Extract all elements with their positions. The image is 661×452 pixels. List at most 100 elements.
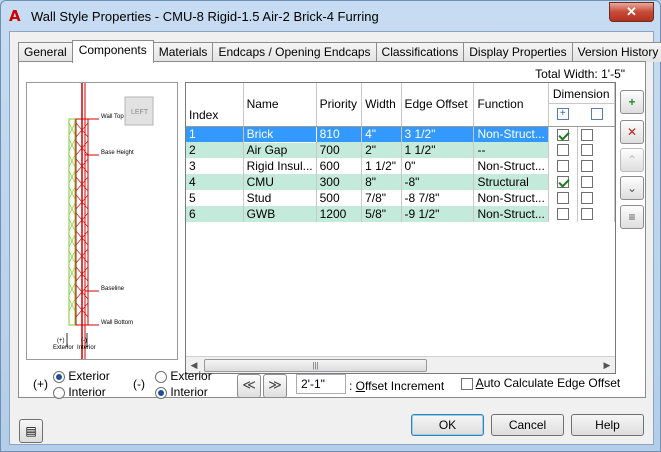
- components-grid[interactable]: Index Name Priority Width Edge Offset Fu…: [185, 82, 616, 374]
- ok-button[interactable]: OK: [411, 414, 484, 436]
- dimension-edge-checkbox[interactable]: [581, 176, 594, 189]
- tab-display-properties[interactable]: Display Properties: [463, 42, 573, 62]
- cell-function[interactable]: Structural: [473, 174, 549, 190]
- minus-interior-option[interactable]: Interior: [155, 385, 208, 399]
- cancel-button[interactable]: Cancel: [491, 414, 564, 436]
- cell-function[interactable]: --: [473, 142, 549, 158]
- cell-priority[interactable]: 1200: [316, 206, 363, 222]
- column-header-priority[interactable]: Priority: [316, 83, 363, 127]
- dimension-edge-checkbox[interactable]: [581, 192, 594, 205]
- column-header-name[interactable]: Name: [243, 83, 317, 127]
- cell-edge-offset[interactable]: -8 7/8": [401, 190, 475, 206]
- cell-priority[interactable]: 600: [316, 158, 363, 174]
- dimension-checkbox[interactable]: [556, 160, 569, 173]
- cell-name[interactable]: Stud: [243, 190, 317, 206]
- cell-index[interactable]: 6: [186, 206, 244, 222]
- cell-priority[interactable]: 300: [316, 174, 363, 190]
- cell-edge-offset[interactable]: 0": [401, 158, 475, 174]
- minus-interior-radio[interactable]: [155, 386, 167, 399]
- table-row[interactable]: 6 GWB 1200 5/8" -9 1/2" Non-Struct...: [186, 206, 615, 222]
- dimension-edge-checkbox[interactable]: [581, 208, 594, 221]
- cell-priority[interactable]: 700: [316, 142, 363, 158]
- table-row[interactable]: 2 Air Gap 700 2" 1 1/2" --: [186, 142, 615, 158]
- table-row[interactable]: 5 Stud 500 7/8" -8 7/8" Non-Struct...: [186, 190, 615, 206]
- offset-increment-input[interactable]: 2'-1": [296, 374, 346, 394]
- title-bar[interactable]: A Wall Style Properties - CMU-8 Rigid-1.…: [1, 1, 660, 31]
- horizontal-scrollbar[interactable]: ◀ ||| ▶: [186, 356, 615, 373]
- cell-name[interactable]: Air Gap: [243, 142, 317, 158]
- dimension-edge-checkbox[interactable]: [581, 144, 594, 157]
- help-button[interactable]: Help: [571, 414, 644, 436]
- cell-index[interactable]: 4: [186, 174, 244, 190]
- auto-calculate-option[interactable]: Auto Calculate Edge Offset: [461, 376, 620, 390]
- plus-exterior-option[interactable]: Exterior: [53, 369, 110, 383]
- cell-width[interactable]: 5/8": [361, 206, 402, 222]
- component-details-button[interactable]: ≡: [620, 205, 644, 229]
- table-row[interactable]: 4 CMU 300 8" -8" Structural: [186, 174, 615, 190]
- scroll-right-icon[interactable]: ▶: [601, 359, 613, 371]
- wall-preview[interactable]: LEFT Wall Top Base Height Baseline Wall …: [26, 82, 178, 360]
- column-header-function[interactable]: Function: [473, 83, 549, 127]
- tab-components[interactable]: Components: [71, 40, 154, 63]
- dimension-edge-checkbox[interactable]: [581, 128, 594, 141]
- chevron-up-icon: ⌃: [626, 153, 638, 167]
- scroll-thumb[interactable]: |||: [204, 359, 427, 372]
- tab-endcaps[interactable]: Endcaps / Opening Endcaps: [212, 42, 377, 62]
- tab-version-history[interactable]: Version History: [571, 42, 661, 62]
- style-browser-button[interactable]: ▤: [19, 419, 43, 443]
- cell-name[interactable]: CMU: [243, 174, 317, 190]
- cell-width[interactable]: 2": [361, 142, 402, 158]
- cell-width[interactable]: 8": [361, 174, 402, 190]
- plus-interior-option[interactable]: Interior: [53, 385, 106, 399]
- cell-name[interactable]: Rigid Insul...: [243, 158, 317, 174]
- dimension-checkbox[interactable]: [556, 176, 569, 189]
- tab-classifications[interactable]: Classifications: [375, 42, 465, 62]
- cell-width[interactable]: 1 1/2": [361, 158, 402, 174]
- cell-priority[interactable]: 500: [316, 190, 363, 206]
- remove-component-button[interactable]: ✕: [620, 120, 644, 144]
- cell-function[interactable]: Non-Struct...: [473, 190, 549, 206]
- plus-exterior-radio[interactable]: [53, 370, 65, 383]
- minus-exterior-radio[interactable]: [155, 370, 167, 383]
- add-component-button[interactable]: +: [620, 90, 644, 114]
- cell-width[interactable]: 7/8": [361, 190, 402, 206]
- cell-index[interactable]: 3: [186, 158, 244, 174]
- tab-materials[interactable]: Materials: [152, 42, 214, 62]
- column-header-edge-offset[interactable]: Edge Offset: [401, 83, 475, 127]
- cell-function[interactable]: Non-Struct...: [473, 158, 549, 174]
- cell-function[interactable]: Non-Struct...: [473, 206, 549, 222]
- dimension-checkbox[interactable]: [556, 192, 569, 205]
- close-button[interactable]: ✕: [609, 2, 654, 22]
- cell-index[interactable]: 2: [186, 142, 244, 158]
- column-header-dimension[interactable]: Dimension +: [548, 83, 615, 127]
- cell-edge-offset[interactable]: 1 1/2": [401, 142, 475, 158]
- cell-priority[interactable]: 810: [316, 126, 363, 142]
- table-row[interactable]: 3 Rigid Insul... 600 1 1/2" 0" Non-Struc…: [186, 158, 615, 174]
- column-header-index[interactable]: Index: [186, 83, 244, 127]
- table-row[interactable]: 1 Brick 810 4" 3 1/2" Non-Struct...: [186, 125, 615, 143]
- cell-edge-offset[interactable]: 3 1/2": [401, 126, 475, 142]
- cell-width[interactable]: 4": [361, 126, 402, 142]
- cell-index[interactable]: 5: [186, 190, 244, 206]
- total-width-label: Total Width: 1'-5": [535, 67, 625, 81]
- cell-index[interactable]: 1: [186, 126, 244, 142]
- auto-calculate-checkbox[interactable]: [461, 377, 473, 390]
- dimension-checkbox[interactable]: [556, 128, 569, 141]
- move-down-button[interactable]: ⌄: [620, 176, 644, 200]
- minus-exterior-option[interactable]: Exterior: [155, 369, 212, 383]
- offset-decrement-button[interactable]: ≪: [237, 374, 261, 398]
- offset-increment-button[interactable]: ≫: [263, 374, 287, 398]
- cell-name[interactable]: GWB: [243, 206, 317, 222]
- cell-name[interactable]: Brick: [242, 125, 317, 143]
- plus-interior-radio[interactable]: [53, 386, 65, 399]
- viewcube-label[interactable]: LEFT: [131, 109, 148, 116]
- cell-edge-offset[interactable]: -8": [401, 174, 475, 190]
- cell-edge-offset[interactable]: -9 1/2": [401, 206, 475, 222]
- dimension-edge-checkbox[interactable]: [581, 160, 594, 173]
- dimension-checkbox[interactable]: [556, 208, 569, 221]
- column-header-width[interactable]: Width: [361, 83, 402, 127]
- cell-function[interactable]: Non-Struct...: [473, 126, 549, 142]
- tab-general[interactable]: General: [18, 42, 73, 62]
- dimension-checkbox[interactable]: [556, 144, 569, 157]
- move-up-button[interactable]: ⌃: [620, 148, 644, 172]
